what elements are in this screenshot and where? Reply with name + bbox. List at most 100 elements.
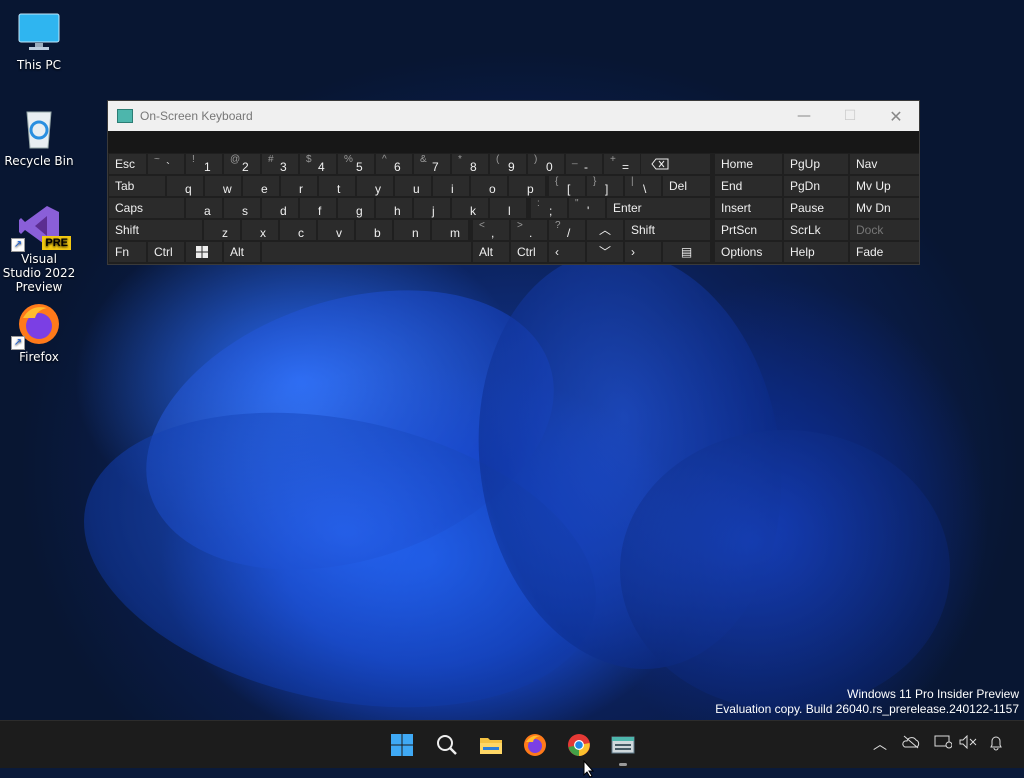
volume-muted-icon[interactable] xyxy=(958,734,978,755)
key-v[interactable]: v xyxy=(318,220,354,240)
key-ctrl-left[interactable]: Ctrl xyxy=(148,242,184,262)
key-scrlk[interactable]: ScrLk xyxy=(784,220,848,240)
minimize-button[interactable]: — xyxy=(781,101,827,131)
key-shift-right[interactable]: Shift xyxy=(625,220,710,240)
desktop-icon-firefox[interactable]: ↗ Firefox xyxy=(1,302,77,364)
key-5[interactable]: % 5 xyxy=(338,154,374,174)
key-arrow-down[interactable]: ﹀ xyxy=(587,242,623,262)
key-arrow-left[interactable]: ‹ xyxy=(549,242,585,262)
maximize-button[interactable]: ☐ xyxy=(827,101,873,131)
key-j[interactable]: j xyxy=(414,198,450,218)
key-g[interactable]: g xyxy=(338,198,374,218)
key-dock[interactable]: Dock xyxy=(850,220,919,240)
key-w[interactable]: w xyxy=(205,176,241,196)
key-shift-left[interactable]: Shift xyxy=(109,220,202,240)
key-alt-right[interactable]: Alt xyxy=(473,242,509,262)
key-pgdn[interactable]: PgDn xyxy=(784,176,848,196)
key-i[interactable]: i xyxy=(433,176,469,196)
close-button[interactable]: ✕ xyxy=(873,101,919,131)
key-q[interactable]: q xyxy=(167,176,203,196)
key-u[interactable]: u xyxy=(395,176,431,196)
key-pause[interactable]: Pause xyxy=(784,198,848,218)
key-8[interactable]: * 8 xyxy=(452,154,488,174)
search-button[interactable] xyxy=(429,727,465,763)
key-c[interactable]: c xyxy=(280,220,316,240)
key-mv-up[interactable]: Mv Up xyxy=(850,176,919,196)
key-caps[interactable]: Caps xyxy=(109,198,184,218)
key-arrow-up[interactable]: ︿ xyxy=(587,220,623,240)
key-tab[interactable]: Tab xyxy=(109,176,165,196)
key-windows[interactable] xyxy=(186,242,222,262)
key-b[interactable]: b xyxy=(356,220,392,240)
key-p[interactable]: p xyxy=(509,176,545,196)
network-offline-icon[interactable] xyxy=(901,735,921,755)
key-7[interactable]: & 7 xyxy=(414,154,450,174)
key-fn[interactable]: Fn xyxy=(109,242,146,262)
key-d[interactable]: d xyxy=(262,198,298,218)
key-end[interactable]: End xyxy=(715,176,782,196)
key-pgup[interactable]: PgUp xyxy=(784,154,848,174)
key-6[interactable]: ^ 6 xyxy=(376,154,412,174)
key-backspace[interactable] xyxy=(641,154,710,174)
key-options[interactable]: Options xyxy=(715,242,782,262)
taskbar-on-screen-keyboard[interactable] xyxy=(605,727,641,763)
key-period[interactable]: >. xyxy=(511,220,547,240)
key-space[interactable] xyxy=(262,242,471,262)
key-backslash[interactable]: | \ xyxy=(625,176,661,196)
key-del[interactable]: Del xyxy=(663,176,710,196)
key-menu[interactable]: ▤ xyxy=(663,242,710,262)
key-1[interactable]: ! 1 xyxy=(186,154,222,174)
key--[interactable]: _ - xyxy=(566,154,602,174)
key-prtscn[interactable]: PrtScn xyxy=(715,220,782,240)
key-z[interactable]: z xyxy=(204,220,240,240)
key-arrow-right[interactable]: › xyxy=(625,242,661,262)
key-3[interactable]: #3 xyxy=(262,154,298,174)
on-screen-keyboard-window[interactable]: On-Screen Keyboard — ☐ ✕ Esc ~ `! 1 @2 #3 $4%… xyxy=(107,100,920,265)
key-help[interactable]: Help xyxy=(784,242,848,262)
key-fade[interactable]: Fade xyxy=(850,242,919,262)
key-2[interactable]: @2 xyxy=(224,154,260,174)
key-comma[interactable]: <, xyxy=(473,220,509,240)
desktop-icon-recycle-bin[interactable]: Recycle Bin xyxy=(1,106,77,168)
key-h[interactable]: h xyxy=(376,198,412,218)
key-a[interactable]: a xyxy=(186,198,222,218)
key-l[interactable]: l xyxy=(490,198,526,218)
key-4[interactable]: $4 xyxy=(300,154,336,174)
display-icon[interactable] xyxy=(933,735,953,755)
show-hidden-icons-button[interactable]: ︿ xyxy=(870,735,890,755)
key-enter[interactable]: Enter xyxy=(607,198,710,218)
taskbar-chrome[interactable] xyxy=(561,727,597,763)
key-mv-dn[interactable]: Mv Dn xyxy=(850,198,919,218)
key-=[interactable]: + = xyxy=(604,154,640,174)
key-t[interactable]: t xyxy=(319,176,355,196)
key-bracket-open[interactable]: {[ xyxy=(549,176,585,196)
key-o[interactable]: o xyxy=(471,176,507,196)
key-s[interactable]: s xyxy=(224,198,260,218)
key-x[interactable]: x xyxy=(242,220,278,240)
taskbar-firefox[interactable] xyxy=(517,727,553,763)
key-`[interactable]: ~ ` xyxy=(148,154,184,174)
osk-title-bar[interactable]: On-Screen Keyboard — ☐ ✕ xyxy=(108,101,919,131)
key-f[interactable]: f xyxy=(300,198,336,218)
key-insert[interactable]: Insert xyxy=(715,198,782,218)
key-esc[interactable]: Esc xyxy=(109,154,146,174)
notification-bell-icon[interactable] xyxy=(986,735,1006,755)
key-y[interactable]: y xyxy=(357,176,393,196)
desktop-icon-this-pc[interactable]: This PC xyxy=(1,10,77,72)
key-nav[interactable]: Nav xyxy=(850,154,919,174)
key-ctrl-right[interactable]: Ctrl xyxy=(511,242,547,262)
key-alt-left[interactable]: Alt xyxy=(224,242,260,262)
key-m[interactable]: m xyxy=(432,220,468,240)
key-home[interactable]: Home xyxy=(715,154,782,174)
key-quote[interactable]: " ' xyxy=(569,198,605,218)
key-9[interactable]: (9 xyxy=(490,154,526,174)
key-n[interactable]: n xyxy=(394,220,430,240)
desktop-icon-visual-studio[interactable]: PRE ↗ Visual Studio 2022 Preview xyxy=(1,204,77,294)
key-k[interactable]: k xyxy=(452,198,488,218)
key-e[interactable]: e xyxy=(243,176,279,196)
key-semicolon[interactable]: :; xyxy=(531,198,567,218)
key-0[interactable]: ) 0 xyxy=(528,154,564,174)
key-r[interactable]: r xyxy=(281,176,317,196)
taskbar-file-explorer[interactable] xyxy=(473,727,509,763)
start-button[interactable] xyxy=(384,727,420,763)
